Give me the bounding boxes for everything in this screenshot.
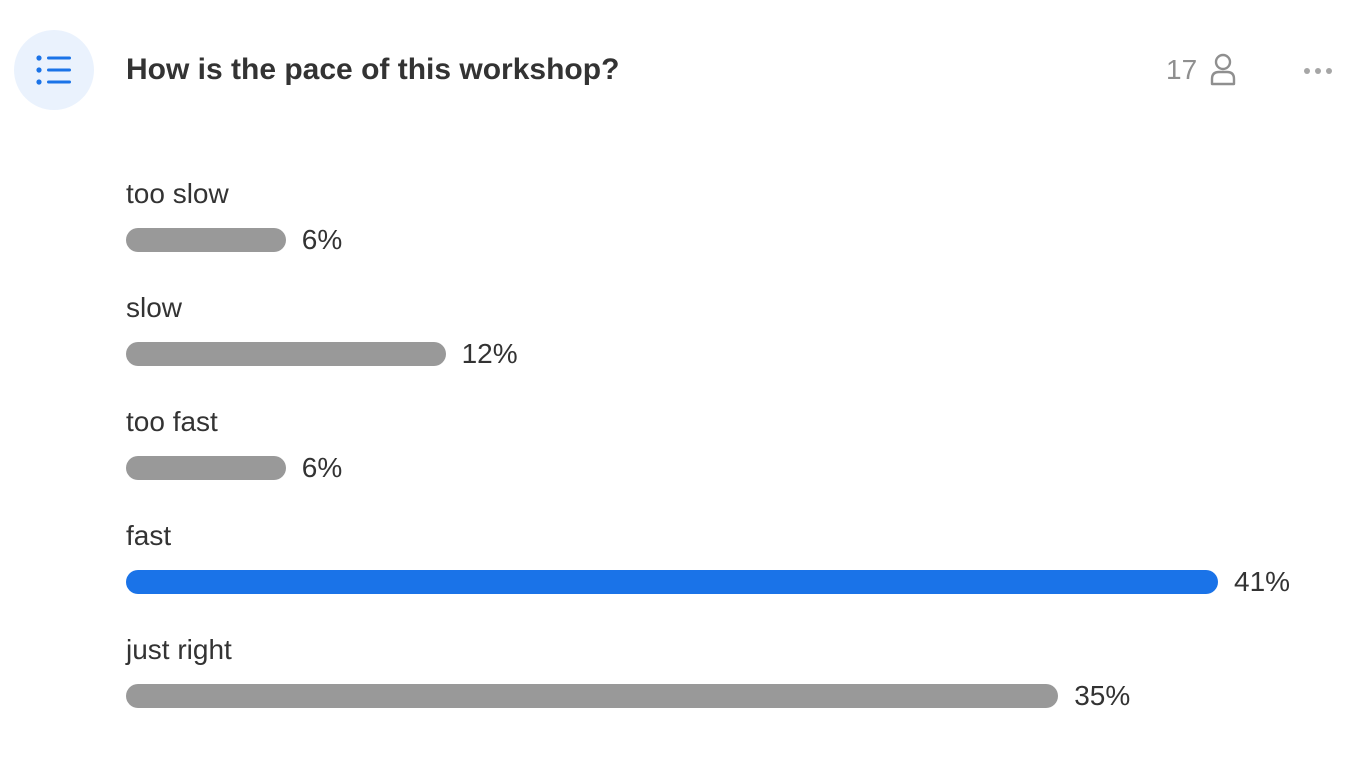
result-bar-row: 35%	[126, 680, 1326, 711]
result-percent: 35%	[1074, 680, 1131, 711]
result-option: fast 41%	[126, 518, 1326, 632]
result-bar	[126, 342, 446, 366]
result-bar	[126, 684, 1059, 708]
more-options-button[interactable]	[1298, 56, 1338, 86]
person-icon	[1210, 53, 1236, 86]
result-bar	[126, 456, 286, 480]
result-bar-row: 12%	[126, 338, 1326, 369]
option-label: just right	[126, 634, 232, 665]
result-bar	[126, 570, 1218, 594]
poll-results: too slow 6% slow 12% too fast 6% fast 41% just r…	[126, 176, 1326, 746]
result-percent: 41%	[1234, 566, 1291, 597]
participant-count: 17	[1166, 52, 1237, 88]
list-icon	[36, 55, 71, 85]
result-bar-row: 6%	[126, 452, 1326, 483]
option-label: fast	[126, 520, 172, 551]
option-label: slow	[126, 292, 183, 323]
participant-count-value: 17	[1166, 54, 1198, 85]
option-label: too slow	[126, 178, 229, 209]
result-option: too slow 6%	[126, 176, 1326, 290]
result-option: slow 12%	[126, 290, 1326, 404]
result-option: too fast 6%	[126, 404, 1326, 518]
list-icon-badge	[14, 30, 94, 110]
result-percent: 6%	[301, 224, 343, 255]
page-title: How is the pace of this workshop?	[126, 53, 620, 86]
result-percent: 6%	[301, 452, 343, 483]
result-bar	[126, 228, 286, 252]
result-percent: 12%	[461, 338, 518, 369]
result-bar-row: 41%	[126, 566, 1326, 597]
result-bar-row: 6%	[126, 224, 1326, 255]
more-horizontal-icon	[1304, 68, 1332, 74]
option-label: too fast	[126, 406, 218, 437]
result-option: just right 35%	[126, 632, 1326, 746]
